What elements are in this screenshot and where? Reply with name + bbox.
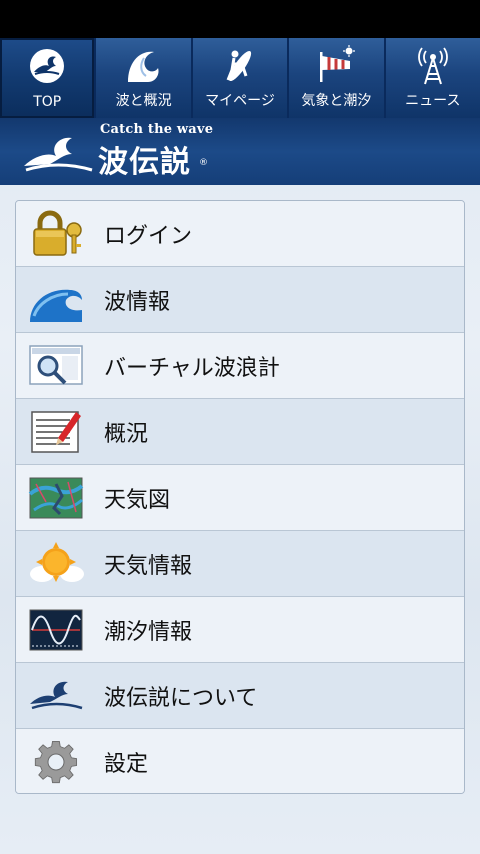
menu-item-overview[interactable]: 概況 (16, 399, 464, 465)
menu-item-label: 天気情報 (104, 553, 193, 579)
gear-icon (28, 738, 84, 786)
menu-item-label: ログイン (104, 223, 193, 249)
brand-tagline: Catch the wave (100, 122, 214, 137)
notepad-pencil-icon (28, 408, 84, 456)
menu-item-settings[interactable]: 設定 (16, 729, 464, 793)
status-bar (0, 0, 480, 38)
menu-item-virtual-wave-gauge[interactable]: バーチャル波浪計 (16, 333, 464, 399)
menu-item-weather-map[interactable]: 天気図 (16, 465, 464, 531)
wave-icon (28, 276, 84, 324)
tab-mypage[interactable]: マイページ (192, 38, 288, 118)
tab-label: マイページ (205, 93, 275, 109)
registered-mark: ® (199, 158, 208, 168)
menu-item-login[interactable]: ログイン (16, 201, 464, 267)
tab-news[interactable]: ニュース (385, 38, 480, 118)
tab-wave-and-overview[interactable]: 波と概況 (96, 38, 191, 118)
main-menu: ログイン 波情報 バーチャル波浪計 概況 天気図 天気情報 潮汐情報 波伝説につ… (15, 200, 465, 794)
menu-item-label: 波伝説について (104, 685, 258, 711)
tab-label: TOP (33, 94, 62, 110)
menu-item-label: 概況 (104, 421, 149, 447)
tide-graph-icon (28, 606, 84, 654)
surf-logo-icon (25, 44, 69, 88)
menu-item-tide-info[interactable]: 潮汐情報 (16, 597, 464, 663)
menu-item-label: 設定 (104, 752, 149, 777)
surfer-icon (218, 44, 262, 88)
tab-label: ニュース (405, 93, 461, 109)
menu-item-label: バーチャル波浪計 (104, 355, 280, 381)
magnifier-map-icon (28, 342, 84, 390)
brand-name: 波伝説 (98, 145, 191, 180)
tab-weather-and-tide[interactable]: 気象と潮汐 (289, 38, 384, 118)
tab-label: 波と概況 (115, 93, 172, 109)
weather-map-icon (28, 474, 84, 522)
menu-item-weather-info[interactable]: 天気情報 (16, 531, 464, 597)
antenna-icon (411, 44, 455, 88)
menu-item-wave-info[interactable]: 波情報 (16, 267, 464, 333)
surf-logo-icon (22, 130, 94, 180)
menu-item-label: 天気図 (104, 487, 171, 513)
menu-item-label: 潮汐情報 (104, 619, 193, 645)
wave-icon (122, 44, 166, 88)
tab-top[interactable]: TOP (0, 38, 95, 118)
tab-label: 気象と潮汐 (301, 93, 372, 109)
sun-cloud-icon (28, 540, 84, 588)
menu-item-label: 波情報 (104, 289, 171, 315)
menu-item-about[interactable]: 波伝説について (16, 663, 464, 729)
surf-logo-icon (28, 672, 84, 720)
padlock-icon (28, 210, 84, 258)
brand-header: Catch the wave 波伝説 ® (0, 118, 480, 185)
windsock-icon (314, 44, 358, 88)
top-tab-bar: TOP 波と概況 マイページ 気象と潮汐 ニュース (0, 38, 480, 118)
